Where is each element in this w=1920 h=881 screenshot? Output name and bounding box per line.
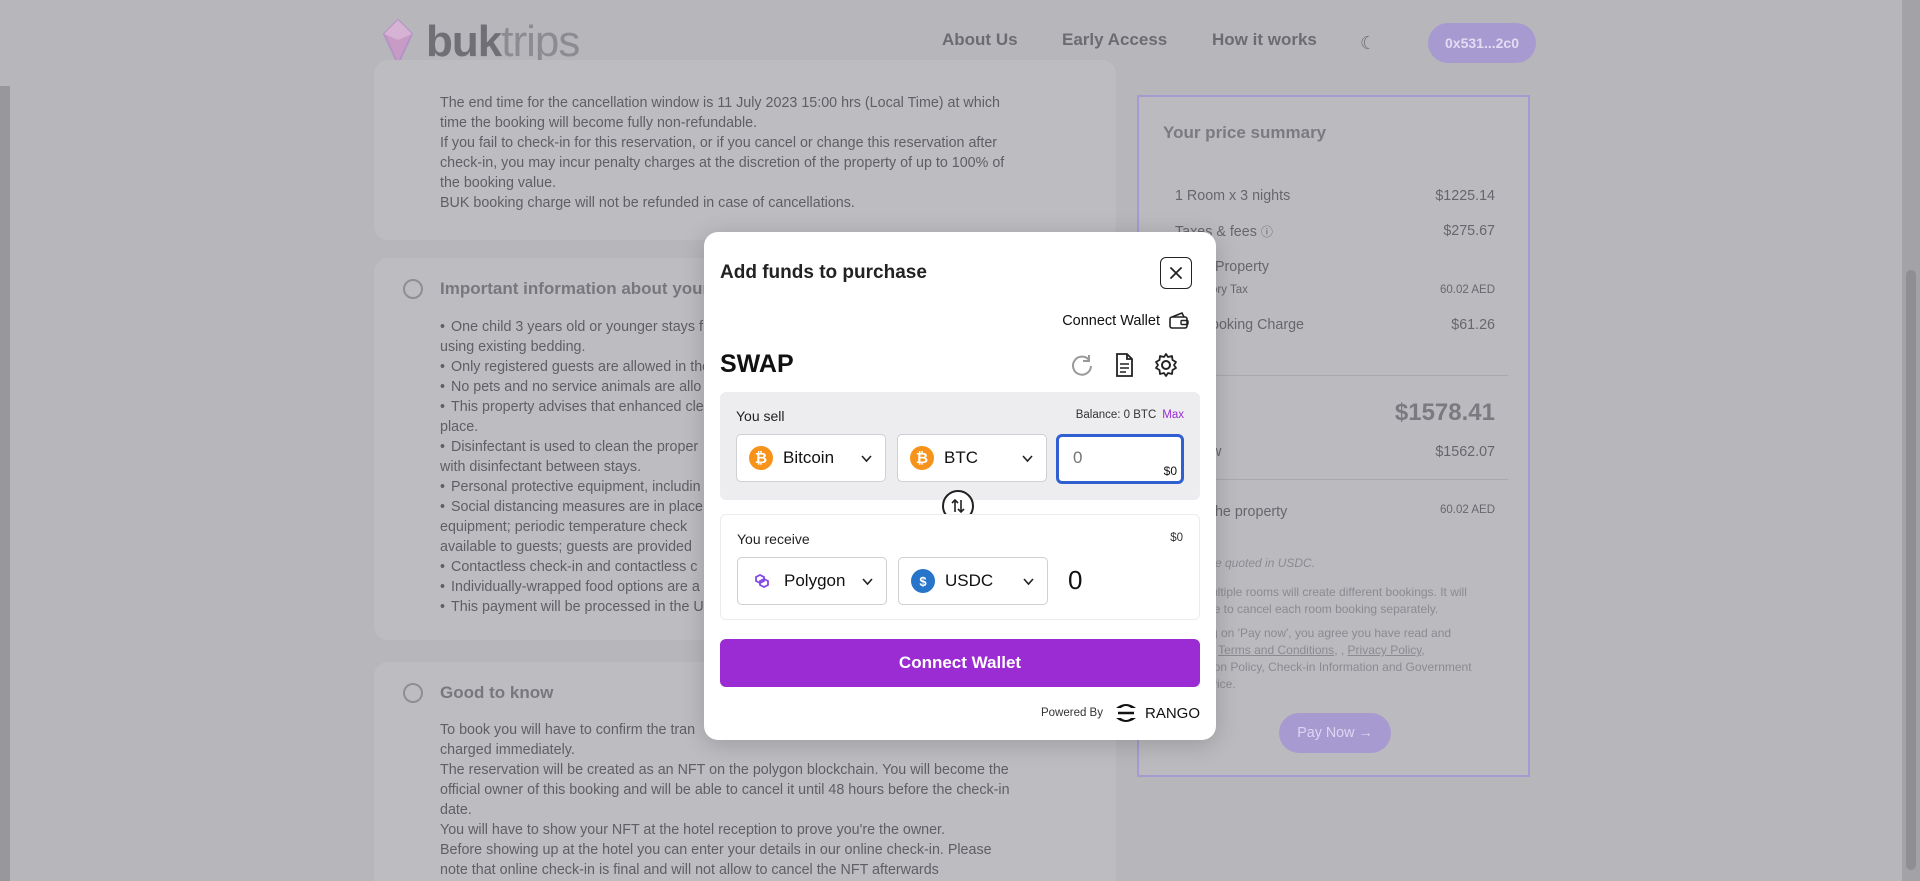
pay-now-button[interactable]: Pay Now → — [1279, 713, 1391, 753]
chevron-down-icon — [1023, 578, 1034, 586]
bitcoin-icon: ₿ — [749, 446, 773, 470]
info-icon[interactable]: ⓘ — [1261, 225, 1273, 239]
receive-amount: 0 — [1068, 565, 1083, 595]
rooms-note: ultiple rooms will create different book… — [1211, 585, 1467, 616]
modal-title: Add funds to purchase — [720, 262, 927, 283]
receive-panel: You receive $0 Polygon $ USDC 0 — [720, 514, 1200, 620]
close-icon — [1170, 267, 1182, 279]
refresh-icon — [1072, 355, 1092, 376]
scrollbar-thumb[interactable] — [1906, 270, 1916, 870]
sell-amount-field[interactable]: $0 — [1056, 434, 1184, 484]
receive-token-value: USDC — [945, 571, 994, 590]
powered-by-label: Powered By — [1040, 707, 1103, 719]
currency-note: re quoted in USDC. — [1211, 556, 1316, 570]
privacy-policy-link[interactable]: Privacy Policy — [1348, 643, 1422, 657]
chevron-down-icon — [862, 578, 873, 586]
chevron-down-icon — [1022, 455, 1033, 463]
connect-wallet-button[interactable]: Connect Wallet — [720, 639, 1200, 687]
speech-bubble-icon — [403, 279, 423, 299]
price-summary-title: Your price summary — [1163, 123, 1327, 142]
dark-mode-moon-icon[interactable]: ☾ — [1360, 33, 1376, 54]
sell-token-select[interactable]: ₿ BTC — [897, 434, 1047, 482]
wallet-icon — [1169, 311, 1189, 329]
gear-icon — [1155, 353, 1177, 377]
arrow-right-icon: → — [1358, 725, 1373, 741]
rango-logo[interactable]: RANGO — [1113, 702, 1200, 724]
summary-row-room: 1 Room x 3 nights $1225.14 — [1175, 188, 1495, 204]
important-info-title: Important information about your — [440, 279, 710, 298]
receive-token-select[interactable]: $ USDC — [898, 557, 1048, 605]
swap-title: SWAP — [720, 350, 794, 378]
powered-by: Powered By RANGO — [1041, 702, 1200, 724]
sell-amount-input[interactable] — [1073, 448, 1153, 468]
logo-text: buktrips — [426, 17, 580, 66]
wallet-address-button[interactable]: 0x531...2c0 — [1428, 23, 1536, 63]
nav-about-us[interactable]: About Us — [942, 30, 1018, 50]
sell-chain-select[interactable]: ₿ Bitcoin — [736, 434, 886, 482]
receive-chain-value: Polygon — [784, 571, 846, 590]
history-button[interactable] — [1110, 351, 1138, 379]
max-button[interactable]: Max — [1162, 409, 1184, 421]
summary-row-booking-charge: ooking Charge $61.26 — [1211, 317, 1495, 333]
add-funds-modal: Add funds to purchase Connect Wallet SWA… — [704, 232, 1216, 740]
diamond-logo-icon — [382, 18, 414, 66]
receive-usd-value: $0 — [1170, 532, 1183, 544]
receive-label: You receive — [737, 531, 810, 547]
sell-usd-value: $0 — [1163, 464, 1177, 478]
balance-text: Balance: 0 BTC Max — [1075, 409, 1184, 421]
chevron-down-icon — [861, 455, 872, 463]
close-button[interactable] — [1160, 257, 1192, 289]
sell-chain-value: Bitcoin — [783, 448, 835, 467]
polygon-icon — [750, 569, 774, 593]
nav-early-access[interactable]: Early Access — [1062, 30, 1167, 50]
document-icon — [1116, 353, 1133, 377]
usdc-icon: $ — [911, 569, 935, 593]
good-to-know-title: Good to know — [440, 683, 554, 702]
buktrips-logo[interactable]: buktrips — [382, 17, 580, 66]
refresh-button[interactable] — [1068, 351, 1096, 379]
summary-total: l$1578.41 — [1211, 399, 1495, 426]
sell-token-value: BTC — [944, 448, 978, 467]
receive-chain-select[interactable]: Polygon — [737, 557, 887, 605]
terms-link[interactable]: Terms and Conditions — [1218, 643, 1334, 657]
cancellation-text: The end time for the cancellation window… — [440, 95, 1005, 211]
swap-toolbar — [1068, 351, 1180, 379]
page-scrollbar[interactable] — [1902, 0, 1920, 881]
swap-arrows-icon — [951, 498, 965, 514]
summary-row-taxes: Taxes & fees ⓘ $275.67 — [1175, 223, 1495, 240]
settings-button[interactable] — [1152, 351, 1180, 379]
btc-icon: ₿ — [910, 446, 934, 470]
summary-row-property: :Property — [1211, 259, 1270, 275]
summary-row-pay-now: w $1562.07 — [1211, 444, 1495, 460]
summary-row-pay-at-property: the property 60.02 AED — [1211, 504, 1495, 520]
terms-note: g on 'Pay now', you agree you have read … — [1211, 626, 1472, 691]
sell-panel: You sell Balance: 0 BTC Max ₿ Bitcoin ₿ B… — [720, 392, 1200, 500]
nav-how-it-works[interactable]: How it works — [1212, 30, 1317, 50]
summary-row-tax: ory Tax 60.02 AED — [1211, 284, 1495, 296]
rango-icon — [1115, 704, 1136, 722]
connect-wallet-link[interactable]: Connect Wallet — [1062, 311, 1190, 331]
speech-bubble-icon — [403, 683, 423, 703]
left-edge — [0, 0, 10, 881]
good-to-know-text: To book you will have to confirm the tra… — [440, 722, 1010, 878]
sell-label: You sell — [736, 408, 785, 424]
